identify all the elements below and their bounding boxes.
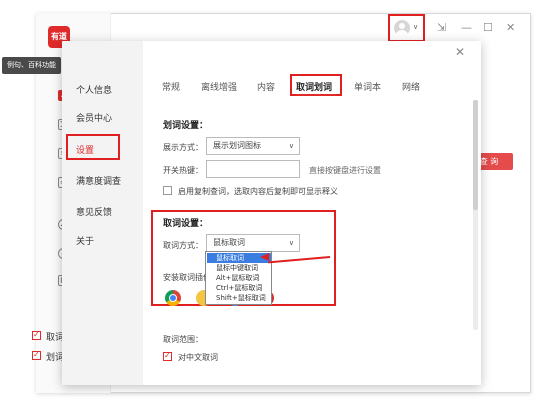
chinese-lookup-label: 对中文取词 [178,353,218,362]
chevron-down-icon[interactable]: ∨ [413,23,418,31]
copy-lookup-label: 启用复制查词，选取内容后复制即可显示释义 [178,187,338,196]
option-middle-click[interactable]: 鼠标中键取词 [207,263,271,273]
maximize-icon[interactable]: ☐ [483,22,493,34]
mini-mode-icon[interactable]: ⇲ [437,22,446,34]
tab-offline[interactable]: 离线增强 [201,80,237,93]
plugin-label: 安装取词插件 [163,273,211,282]
chrome-icon[interactable] [165,290,181,306]
tab-wordbook[interactable]: 单词本 [354,80,381,93]
quci-section-title: 取词设置： [163,219,209,229]
hotkey-hint: 直接按键盘进行设置 [309,166,381,175]
chinese-lookup-checkbox[interactable] [163,351,172,361]
nav-profile[interactable]: 个人信息 [76,83,112,96]
display-mode-label: 展示方式： [163,143,203,152]
quci-mode-label: 取词方式： [163,241,203,250]
nav-membership[interactable]: 会员中心 [76,111,112,124]
avatar[interactable] [394,20,410,36]
quci-checkbox[interactable] [32,330,41,340]
option-shift-mouse[interactable]: Shift+鼠标取词 [207,293,271,303]
display-mode-select[interactable]: 展示划词图标 ∨ [206,137,300,155]
option-ctrl-mouse[interactable]: Ctrl+鼠标取词 [207,283,271,293]
tab-general[interactable]: 常规 [162,80,180,93]
hotkey-input[interactable] [206,160,300,178]
minimize-icon[interactable]: — [461,22,472,34]
chevron-down-icon: ∨ [288,142,294,150]
copy-lookup-checkbox[interactable] [163,186,172,195]
nav-feedback[interactable]: 意见反馈 [76,205,112,218]
close-window-icon[interactable]: ✕ [506,22,515,34]
hotkey-label: 开关热键： [163,166,203,175]
active-tab-highlight-box [290,74,342,96]
tooltip: 例句、百科功能 [2,57,61,74]
close-icon[interactable]: ✕ [455,45,465,59]
chevron-down-icon: ∨ [288,239,294,247]
option-alt-mouse[interactable]: Alt+鼠标取词 [207,273,271,283]
tab-content[interactable]: 内容 [257,80,275,93]
tab-network[interactable]: 网络 [402,80,420,93]
annotation-arrow-head [260,253,269,261]
nav-survey[interactable]: 满意度调查 [76,174,121,187]
huaci-section-title: 划词设置： [163,121,209,131]
active-tab-underline [296,94,336,96]
quci-mode-value: 鼠标取词 [213,238,245,247]
quci-mode-select[interactable]: 鼠标取词 ∨ [206,234,300,252]
scrollbar-thumb[interactable] [473,100,478,210]
nav-about[interactable]: 关于 [76,234,94,247]
range-section-title: 取词范围： [163,335,203,344]
huaci-checkbox[interactable] [32,350,41,360]
display-mode-value: 展示划词图标 [213,141,261,150]
nav-settings-highlight-box [66,134,120,160]
